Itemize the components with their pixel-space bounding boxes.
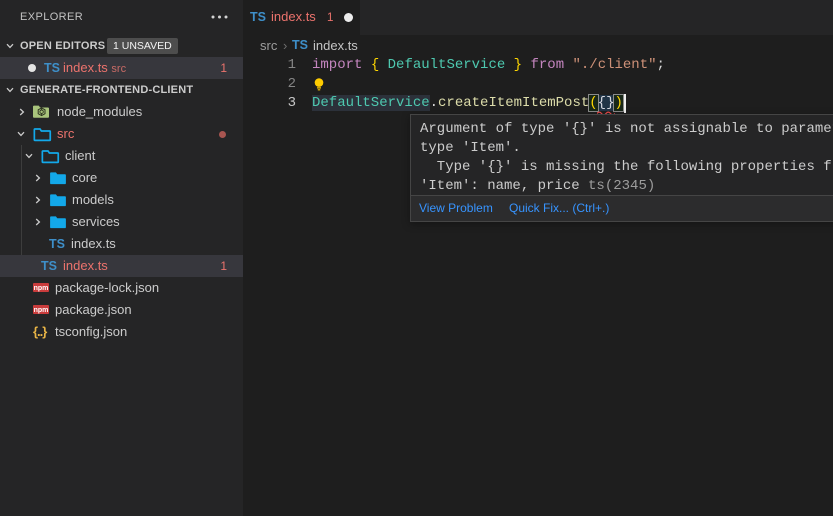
svg-text:npm: npm (34, 307, 49, 314)
svg-text:npm: npm (34, 285, 49, 292)
